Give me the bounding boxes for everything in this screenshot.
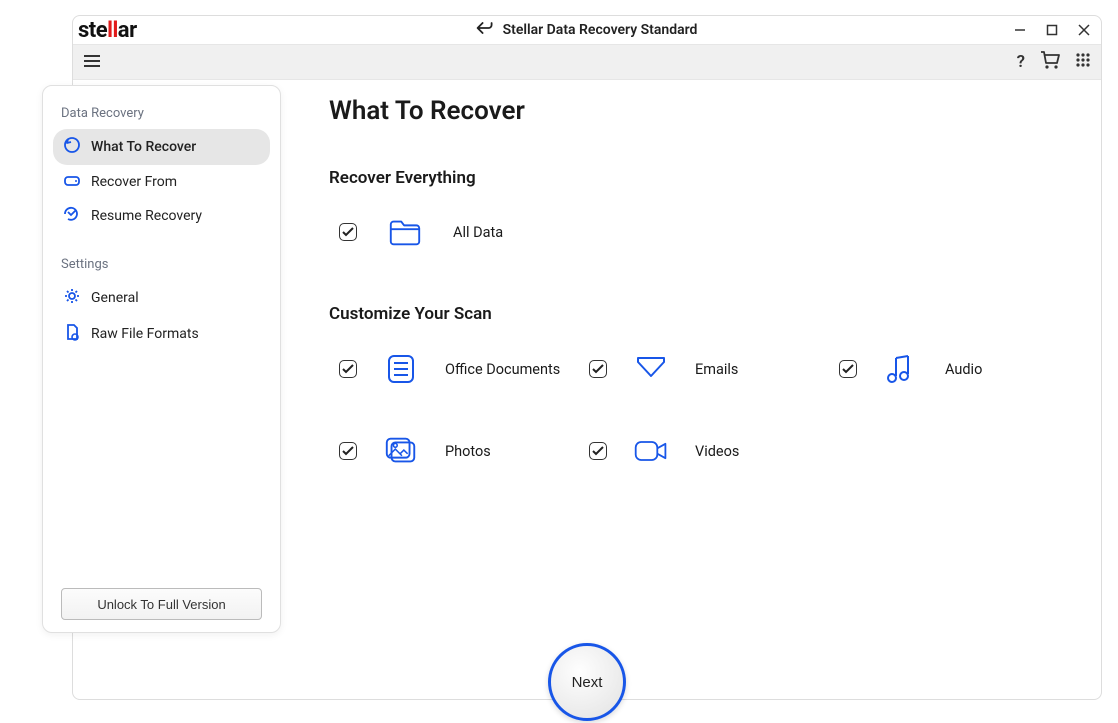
sidebar-item-label: Resume Recovery [91,208,202,224]
checkbox-emails[interactable] [589,360,607,378]
restore-icon [63,136,81,158]
sidebar-item-label: What To Recover [91,139,196,155]
window-title: Stellar Data Recovery Standard [503,22,698,38]
checkbox-audio[interactable] [839,360,857,378]
sidebar-item-what-to-recover[interactable]: What To Recover [53,129,270,165]
document-icon [383,353,419,385]
sidebar-section-data-recovery: Data Recovery [53,100,270,129]
maximize-button[interactable] [1043,21,1061,39]
cart-icon[interactable] [1039,50,1061,74]
video-icon [633,437,669,465]
sidebar-item-label: Raw File Formats [91,326,199,342]
gear-icon [63,287,81,309]
close-button[interactable] [1075,21,1093,39]
sidebar-item-label: Recover From [91,174,177,190]
hamburger-icon[interactable] [83,53,101,72]
sidebar-item-label: General [91,290,139,306]
main-content: What To Recover Recover Everything All D… [329,96,1081,679]
option-label: Photos [445,443,491,460]
minimize-button[interactable] [1011,21,1029,39]
resume-icon [63,206,81,226]
unlock-full-version-button[interactable]: Unlock To Full Version [61,588,262,620]
page-title: What To Recover [329,96,1081,126]
section-recover-everything: Recover Everything [329,168,1081,188]
option-label: All Data [453,224,503,241]
option-emails: Emails [589,352,839,386]
help-icon[interactable]: ? [1017,52,1025,72]
option-label: Videos [695,443,739,460]
checkbox-videos[interactable] [589,442,607,460]
file-icon [63,323,81,345]
sidebar-section-settings: Settings [53,251,270,280]
audio-icon [883,352,919,386]
brand-logo: stellar [78,18,137,43]
section-customize-scan: Customize Your Scan [329,304,1081,324]
checkbox-photos[interactable] [339,442,357,460]
sidebar-item-general[interactable]: General [53,280,270,316]
option-photos: Photos [339,434,589,468]
option-videos: Videos [589,434,839,468]
sidebar: Data Recovery What To Recover Recover Fr… [42,85,281,633]
sidebar-item-resume-recovery[interactable]: Resume Recovery [53,199,270,233]
drive-icon [63,172,81,192]
checkbox-office-documents[interactable] [339,360,357,378]
option-label: Office Documents [445,361,560,378]
sidebar-item-raw-file-formats[interactable]: Raw File Formats [53,316,270,352]
email-icon [633,354,669,384]
photos-icon [383,434,419,468]
checkbox-all-data[interactable] [339,223,357,241]
sidebar-item-recover-from[interactable]: Recover From [53,165,270,199]
option-label: Audio [945,361,982,378]
option-audio: Audio [839,352,1089,386]
titlebar: Stellar Data Recovery Standard [73,16,1101,44]
option-label: Emails [695,361,738,378]
back-icon[interactable] [477,21,493,39]
apps-grid-icon[interactable] [1075,52,1091,72]
toolbar: ? [73,44,1101,80]
option-office-documents: Office Documents [339,352,589,386]
next-button[interactable]: Next [548,643,626,721]
folder-icon [387,216,423,248]
